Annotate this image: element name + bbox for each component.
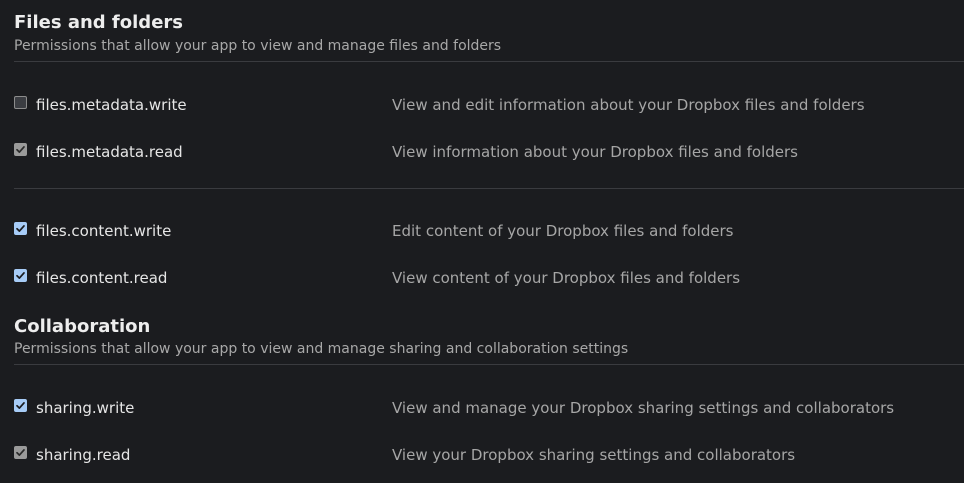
permission-description: View content of your Dropbox files and f…	[392, 269, 741, 287]
permission-row-files-metadata-write: files.metadata.write View and edit infor…	[14, 95, 964, 119]
checkbox-files-metadata-read	[14, 143, 27, 156]
checkbox-sharing-write[interactable]	[14, 399, 27, 412]
checkbox-files-content-write[interactable]	[14, 222, 27, 235]
section-title-files-and-folders: Files and folders	[14, 12, 183, 33]
permissions-page: Files and folders Permissions that allow…	[0, 0, 964, 483]
checkmark-icon	[16, 146, 25, 153]
permission-scope: files.metadata.write	[36, 96, 187, 114]
checkbox-sharing-read	[14, 446, 27, 459]
permission-description: View and edit information about your Dro…	[392, 96, 865, 114]
checkmark-icon	[16, 402, 25, 409]
permission-description: Edit content of your Dropbox files and f…	[392, 222, 734, 240]
section-divider	[14, 364, 964, 365]
permission-row-files-content-read: files.content.read View content of your …	[14, 268, 964, 292]
permission-description: View and manage your Dropbox sharing set…	[392, 399, 895, 417]
permission-scope: files.content.write	[36, 222, 172, 240]
permission-description: View information about your Dropbox file…	[392, 143, 798, 161]
section-divider	[14, 61, 964, 62]
section-subtitle-collaboration: Permissions that allow your app to view …	[14, 341, 629, 357]
permission-scope: files.metadata.read	[36, 143, 183, 161]
permission-scope: files.content.read	[36, 269, 168, 287]
permission-row-sharing-read: sharing.read View your Dropbox sharing s…	[14, 445, 964, 469]
permission-row-files-metadata-read: files.metadata.read View information abo…	[14, 142, 964, 166]
permission-scope: sharing.write	[36, 399, 135, 417]
permission-row-sharing-write: sharing.write View and manage your Dropb…	[14, 398, 964, 422]
checkmark-icon	[16, 225, 25, 232]
permission-description: View your Dropbox sharing settings and c…	[392, 446, 796, 464]
group-divider	[14, 188, 964, 189]
checkbox-files-content-read[interactable]	[14, 269, 27, 282]
section-title-collaboration: Collaboration	[14, 316, 151, 337]
checkbox-files-metadata-write[interactable]	[14, 96, 27, 109]
checkmark-icon	[16, 449, 25, 456]
permission-row-files-content-write: files.content.write Edit content of your…	[14, 221, 964, 245]
permission-scope: sharing.read	[36, 446, 131, 464]
checkmark-icon	[16, 272, 25, 279]
section-subtitle-files-and-folders: Permissions that allow your app to view …	[14, 38, 502, 54]
